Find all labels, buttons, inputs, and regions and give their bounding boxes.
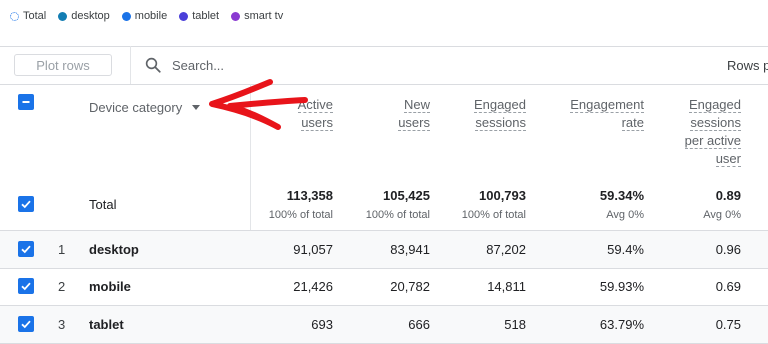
- row-checkbox[interactable]: [18, 241, 34, 257]
- cell-engaged-sessions-per-user: 0.96: [715, 242, 741, 257]
- cell-active-users: 91,057: [293, 242, 333, 257]
- legend-label: desktop: [71, 10, 110, 22]
- row-checkbox[interactable]: [18, 316, 34, 332]
- header-line: Engaged: [473, 97, 526, 113]
- legend-tablet-icon: [179, 11, 189, 21]
- cell-engaged-sessions: 14,811: [487, 279, 526, 294]
- total-active-users: 113,358: [286, 188, 333, 203]
- header-line: sessions: [475, 115, 526, 131]
- row-checkbox[interactable]: [18, 278, 34, 294]
- legend-mobile-icon: [121, 11, 131, 21]
- cell-engagement-rate: 59.4%: [607, 242, 644, 257]
- row-rank: 3: [58, 317, 66, 332]
- total-engaged-sessions-per-user: 0.89: [715, 188, 741, 203]
- header-line: users: [301, 115, 333, 131]
- plot-rows-button[interactable]: Plot rows: [14, 54, 112, 76]
- column-header-engaged-sessions-per-user[interactable]: Engaged sessions per active user: [660, 96, 741, 168]
- header-line: per active: [684, 133, 741, 149]
- legend-item-tablet[interactable]: tablet: [179, 10, 219, 22]
- header-line: sessions: [690, 115, 741, 131]
- checkmark-icon: [21, 200, 31, 209]
- toolbar-divider: [130, 46, 131, 84]
- cell-engagement-rate: 63.79%: [599, 317, 644, 332]
- total-active-users-share: 100% of total: [268, 209, 333, 221]
- row-rank: 2: [58, 279, 66, 294]
- header-line: Engagement: [570, 97, 644, 113]
- header-line: New: [403, 97, 430, 113]
- total-engagement-rate-avg: Avg 0%: [606, 209, 644, 221]
- total-engagement-rate: 59.34%: [599, 188, 644, 203]
- chevron-down-icon: [192, 105, 201, 110]
- toolbar-bottom-divider: [0, 84, 768, 85]
- chart-legend: Total desktop mobile tablet smart tv: [10, 8, 295, 24]
- total-row-label: Total: [89, 197, 117, 212]
- legend-smart-tv-icon: [231, 11, 241, 21]
- column-header-engaged-sessions[interactable]: Engaged sessions: [440, 96, 526, 132]
- total-new-users-share: 100% of total: [365, 209, 430, 221]
- total-new-users: 105,425: [383, 188, 430, 203]
- search-icon[interactable]: [144, 56, 162, 74]
- legend-desktop-icon: [58, 11, 68, 21]
- select-all-checkbox[interactable]: [18, 94, 34, 110]
- legend-item-desktop[interactable]: desktop: [58, 10, 110, 22]
- toolbar-top-divider: [0, 46, 768, 47]
- row-dimension-value[interactable]: mobile: [89, 279, 131, 294]
- cell-active-users: 21,426: [293, 279, 333, 294]
- column-header-engagement-rate[interactable]: Engagement rate: [540, 96, 644, 132]
- cell-active-users: 693: [311, 317, 333, 332]
- header-line: Engaged: [688, 97, 741, 113]
- legend-item-smart-tv[interactable]: smart tv: [231, 10, 283, 22]
- device-category-dropdown[interactable]: Device category: [89, 100, 201, 115]
- dimension-header-label: Device category: [89, 100, 183, 115]
- cell-new-users: 20,782: [390, 279, 430, 294]
- cell-new-users: 83,941: [390, 242, 430, 257]
- row-divider: [0, 230, 768, 231]
- legend-label: mobile: [134, 10, 168, 22]
- total-engaged-sessions-share: 100% of total: [461, 209, 526, 221]
- cell-engaged-sessions-per-user: 0.69: [715, 279, 741, 294]
- legend-label: smart tv: [244, 10, 284, 22]
- legend-total-icon: [10, 11, 19, 21]
- column-header-active-users[interactable]: Active users: [260, 96, 333, 132]
- total-row-checkbox[interactable]: [18, 196, 34, 212]
- total-per-user-avg: Avg 0%: [703, 209, 741, 221]
- search-input[interactable]: Search...: [172, 58, 224, 73]
- header-line: rate: [621, 115, 644, 131]
- total-engaged-sessions: 100,793: [479, 188, 526, 203]
- legend-item-total[interactable]: Total: [10, 10, 46, 22]
- cell-engaged-sessions: 518: [504, 317, 526, 332]
- cell-engagement-rate: 59.93%: [599, 279, 644, 294]
- cell-new-users: 666: [408, 317, 430, 332]
- row-rank: 1: [58, 242, 66, 257]
- header-line: users: [398, 115, 430, 131]
- legend-label: tablet: [192, 10, 220, 22]
- column-header-new-users[interactable]: New users: [350, 96, 430, 132]
- legend-item-mobile[interactable]: mobile: [121, 10, 168, 22]
- legend-label: Total: [23, 10, 47, 22]
- rows-per-page-label: Rows p: [727, 58, 768, 73]
- cell-engaged-sessions: 87,202: [486, 242, 526, 257]
- checkmark-icon: [21, 282, 31, 291]
- checkmark-icon: [21, 245, 31, 254]
- row-dimension-value[interactable]: tablet: [89, 317, 124, 332]
- row-dimension-value[interactable]: desktop: [89, 242, 139, 257]
- indeterminate-icon: [22, 101, 30, 103]
- checkmark-icon: [21, 320, 31, 329]
- cell-engaged-sessions-per-user: 0.75: [715, 317, 741, 332]
- header-line: user: [715, 151, 741, 167]
- header-line: Active: [297, 97, 333, 113]
